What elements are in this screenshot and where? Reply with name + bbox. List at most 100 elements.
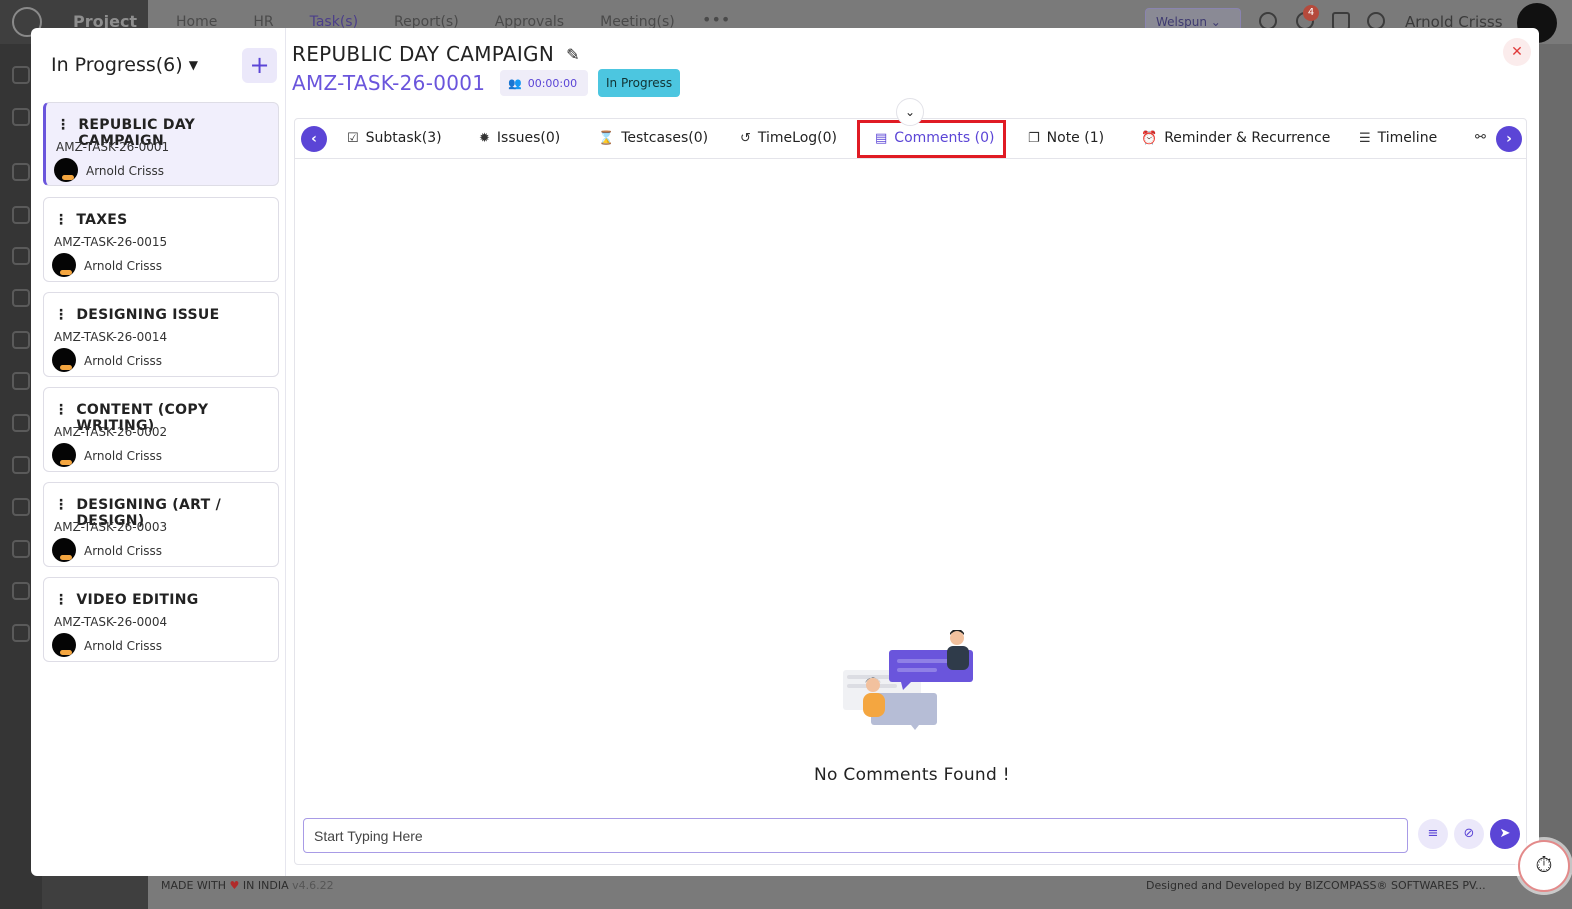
workflow-icon: ⚯ [1475, 130, 1486, 145]
status-badge[interactable]: In Progress [598, 69, 681, 97]
task-card-title-row: ⋮ VIDEO EDITING [54, 592, 199, 608]
close-icon[interactable]: ✕ [1503, 38, 1531, 66]
rail-user-icon[interactable] [12, 108, 30, 126]
status-dropdown-label: In Progress(6) [51, 54, 183, 76]
task-card[interactable]: ⋮ DESIGNING ISSUE AMZ-TASK-26-0014 Arnold… [43, 292, 279, 377]
attachment-icon[interactable]: ⊘ [1454, 819, 1484, 849]
chevron-down-icon: ▼ [188, 58, 198, 72]
add-task-button[interactable]: + [242, 48, 277, 83]
task-card-code: AMZ-TASK-26-0014 [54, 330, 168, 344]
avatar [52, 633, 76, 657]
status-dropdown[interactable]: In Progress(6) ▼ [51, 54, 198, 76]
scroll-right-icon[interactable]: › [1496, 126, 1522, 152]
users-clock-icon: 👥 [508, 76, 522, 90]
task-card-assignee: Arnold Crisss [84, 544, 163, 558]
alarm-icon: ⏰ [1141, 130, 1158, 146]
tab-timelog[interactable]: ↺ TimeLog(0) [740, 130, 837, 146]
tab-note[interactable]: ❐ Note (1) [1028, 130, 1104, 146]
rail-module-icon[interactable] [12, 414, 30, 432]
nav-more-icon[interactable]: ••• [702, 10, 730, 29]
tab-reminder[interactable]: ⏰ Reminder & Recurrence [1141, 130, 1330, 146]
footer-version: v4.6.22 [292, 879, 334, 892]
empty-state-text: No Comments Found ! [814, 765, 1010, 785]
task-card-code: AMZ-TASK-26-0015 [54, 235, 168, 249]
task-card-assignee: Arnold Crisss [84, 639, 163, 653]
tab-workflow[interactable]: ⚯ [1475, 130, 1486, 145]
pencil-icon[interactable]: ✎ [566, 45, 580, 64]
tab-label: Reminder & Recurrence [1164, 130, 1331, 146]
tab-issues[interactable]: ✹ Issues(0) [479, 130, 560, 146]
task-card-code: AMZ-TASK-26-0004 [54, 615, 168, 629]
bug-icon: ✹ [479, 130, 490, 146]
send-button[interactable]: ➤ [1490, 819, 1520, 849]
task-card-title-row: ⋮ DESIGNING ISSUE [54, 307, 219, 323]
notification-badge: 4 [1303, 5, 1319, 21]
task-card[interactable]: ⋮ DESIGNING (ART / DESIGN) AMZ-TASK-26-00… [43, 482, 279, 567]
page-title: REPUBLIC DAY CAMPAIGN [292, 42, 555, 66]
avatar [52, 253, 76, 277]
task-card-title: VIDEO EDITING [76, 592, 199, 608]
task-card-title: TAXES [76, 212, 128, 228]
rail-module-icon[interactable] [12, 247, 30, 265]
tab-content-box: ‹ ☑ Subtask(3) ✹ Issues(0) ⌛ Testcases(0… [294, 118, 1527, 865]
empty-comments-illustration [843, 630, 973, 730]
format-text-icon[interactable]: ≡ [1418, 819, 1448, 849]
drag-handle-icon[interactable]: ⋮ [54, 212, 68, 228]
heart-icon: ♥ [229, 879, 240, 892]
task-detail-modal: In Progress(6) ▼ + ⋮ REPUBLIC DAY CAMPAIG… [31, 28, 1539, 876]
chevron-down-icon[interactable]: ⌄ [896, 98, 924, 126]
timer-value: 00:00:00 [527, 76, 578, 90]
avatar [52, 348, 76, 372]
task-card-title-row: ⋮ TAXES [54, 212, 128, 228]
tab-label: Timeline [1377, 130, 1438, 146]
rail-module-icon[interactable] [12, 624, 30, 642]
task-card-assignee: Arnold Crisss [84, 449, 163, 463]
task-title-row: REPUBLIC DAY CAMPAIGN ✎ [292, 42, 580, 66]
task-card-code: AMZ-TASK-26-0003 [54, 520, 168, 534]
task-card-assignee: Arnold Crisss [84, 259, 163, 273]
tab-highlight-box [857, 120, 1006, 158]
rail-module-icon[interactable] [12, 540, 30, 558]
avatar [52, 443, 76, 467]
rail-module-icon[interactable] [12, 206, 30, 224]
avatar [52, 538, 76, 562]
drag-handle-icon[interactable]: ⋮ [54, 592, 68, 608]
rail-module-icon[interactable] [12, 289, 30, 307]
rail-module-icon[interactable] [12, 456, 30, 474]
tab-testcases[interactable]: ⌛ Testcases(0) [598, 130, 708, 146]
tab-subtask[interactable]: ☑ Subtask(3) [347, 130, 442, 146]
rail-module-icon[interactable] [12, 163, 30, 181]
drag-handle-icon[interactable]: ⋮ [54, 307, 68, 323]
footer-made-text: MADE WITH [161, 879, 227, 892]
task-card[interactable]: ⋮ CONTENT (COPY WRITING) AMZ-TASK-26-0002… [43, 387, 279, 472]
task-card-assignee: Arnold Crisss [86, 164, 165, 178]
rail-module-icon[interactable] [12, 582, 30, 600]
timer-chip[interactable]: 👥 00:00:00 [500, 70, 588, 96]
task-card[interactable]: ⋮ REPUBLIC DAY CAMPAIGN AMZ-TASK-26-0001 … [43, 102, 279, 186]
tab-label: Testcases(0) [621, 130, 709, 146]
rail-home-icon[interactable] [12, 66, 30, 84]
footer-india-text: IN INDIA [242, 879, 289, 892]
tab-label: Note (1) [1046, 130, 1105, 146]
footer-made-with: MADE WITH ♥ IN INDIA v4.6.22 [161, 879, 334, 892]
scroll-left-icon[interactable]: ‹ [301, 126, 327, 152]
rail-module-icon[interactable] [12, 498, 30, 516]
timeline-icon: ☰ [1359, 130, 1371, 146]
tab-timeline[interactable]: ☰ Timeline [1359, 130, 1437, 146]
stopwatch-icon[interactable]: ⏱ [1518, 840, 1570, 892]
rail-module-icon[interactable] [12, 331, 30, 349]
task-card[interactable]: ⋮ TAXES AMZ-TASK-26-0015 Arnold Crisss [43, 197, 279, 282]
history-icon: ↺ [740, 130, 751, 146]
tab-label: TimeLog(0) [757, 130, 838, 146]
comment-input[interactable] [303, 818, 1408, 853]
task-card-code: AMZ-TASK-26-0001 [56, 140, 170, 154]
footer-designed-by: Designed and Developed by BIZCOMPASS® SO… [1146, 879, 1486, 892]
task-card-title: DESIGNING ISSUE [76, 307, 220, 323]
hourglass-icon: ⌛ [598, 130, 615, 146]
note-icon: ❐ [1028, 130, 1040, 146]
rail-module-icon[interactable] [12, 372, 30, 390]
task-detail-main: REPUBLIC DAY CAMPAIGN ✎ AMZ-TASK-26-0001… [292, 28, 1539, 876]
company-select-value: Welspun [1156, 15, 1207, 29]
task-card[interactable]: ⋮ VIDEO EDITING AMZ-TASK-26-0004 Arnold C… [43, 577, 279, 662]
task-card-assignee: Arnold Crisss [84, 354, 163, 368]
